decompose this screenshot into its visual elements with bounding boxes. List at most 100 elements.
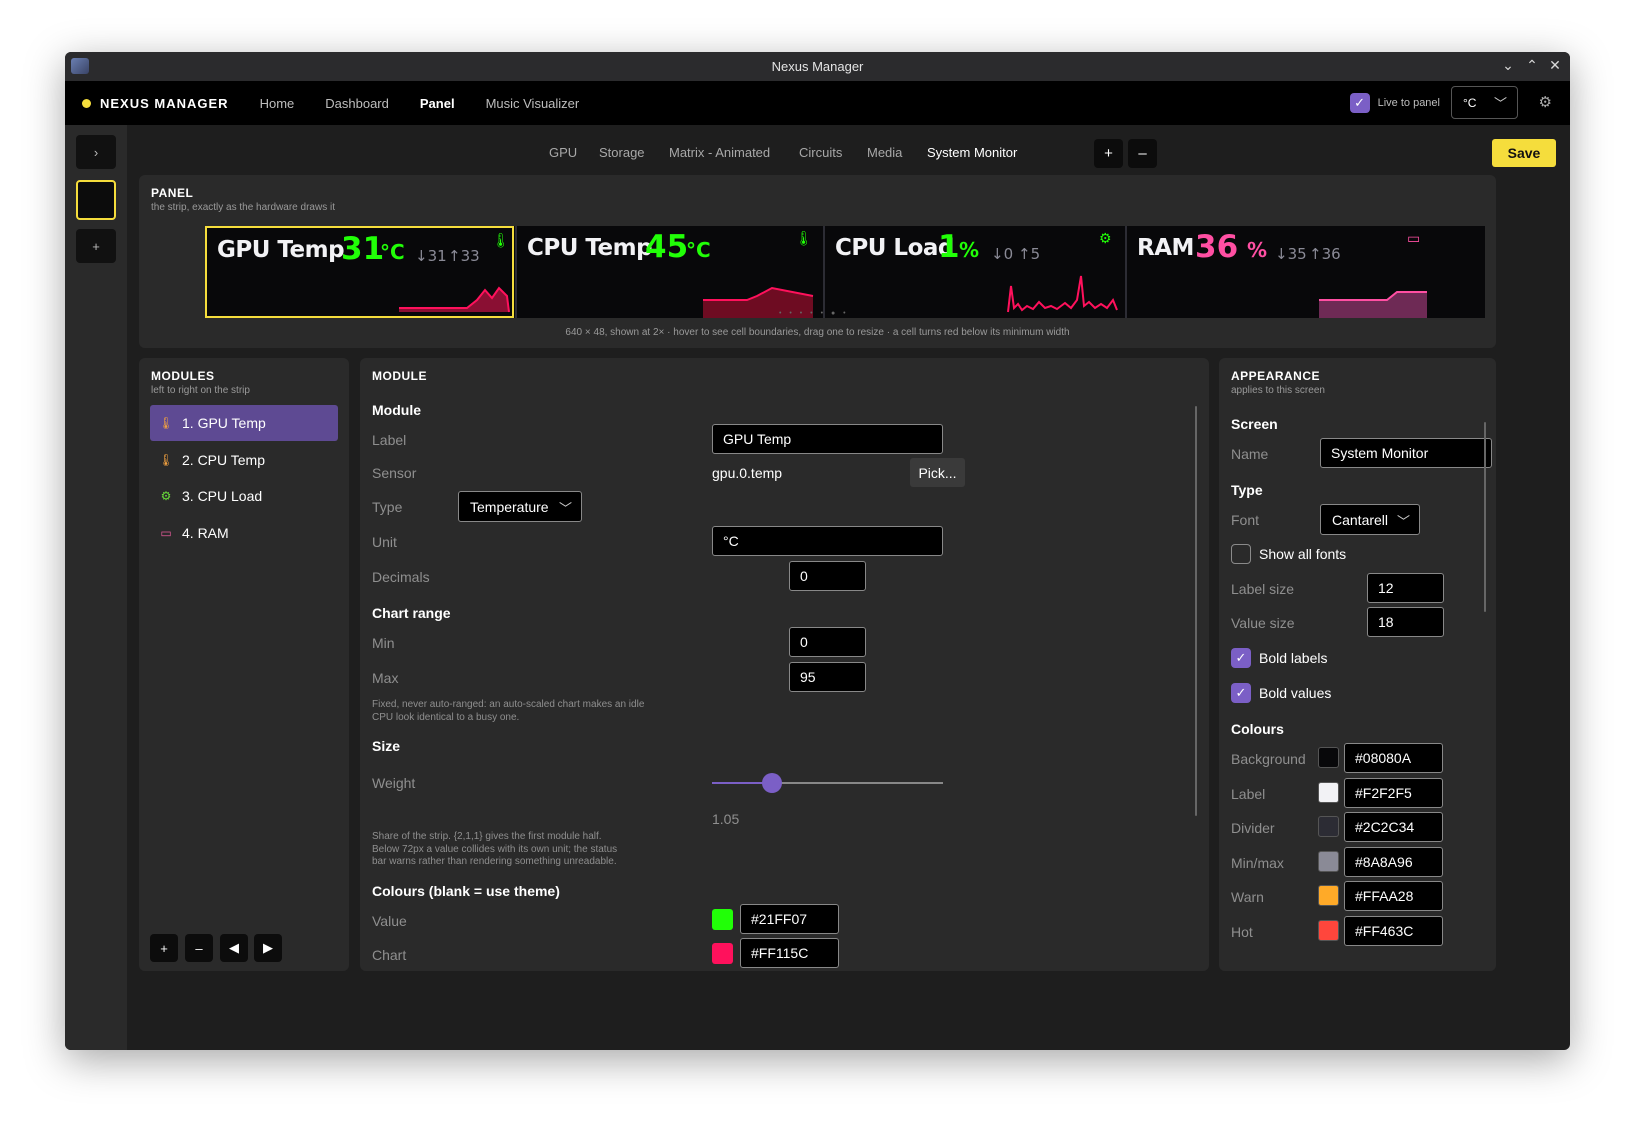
unit-field-label: Unit (372, 534, 397, 550)
screen-thumbnail[interactable] (76, 180, 116, 220)
weight-value: 1.05 (712, 811, 740, 827)
module-card: MODULE Module Label GPU Temp Sensor gpu.… (360, 358, 1209, 971)
appearance-subtitle: applies to this screen (1231, 385, 1325, 396)
expand-sidebar-button[interactable]: › (76, 135, 116, 169)
colour-input-background[interactable]: #08080A (1344, 743, 1443, 773)
chart-colour-swatch[interactable] (712, 943, 733, 964)
gear-icon[interactable]: ⚙ (1539, 93, 1552, 111)
colour-swatch-warn[interactable] (1318, 885, 1339, 906)
colour-swatch-divider[interactable] (1318, 816, 1339, 837)
bold-values-checkbox[interactable]: ✓ Bold values (1231, 683, 1331, 703)
live-to-panel-toggle[interactable]: ✓ Live to panel (1349, 93, 1440, 113)
value-size-input[interactable]: 18 (1367, 607, 1444, 637)
colour-swatch-label[interactable] (1318, 781, 1339, 803)
colour-swatch-minmax[interactable] (1318, 850, 1339, 872)
chevron-down-icon: ﹀ (1493, 96, 1507, 111)
checkbox-icon[interactable] (1231, 544, 1251, 564)
appearance-scrollbar[interactable] (1484, 422, 1486, 612)
colour-label-warn: Warn (1231, 889, 1264, 905)
add-tab-button[interactable]: + (1094, 139, 1123, 168)
checkmark-icon[interactable]: ✓ (1231, 683, 1251, 703)
app-window: Nexus Manager ⌄ ⌃ ✕ NEXUS MANAGER Home D… (65, 52, 1570, 1050)
colour-label-minmax: Min/max (1231, 854, 1284, 871)
live-to-panel-label: Live to panel (1377, 97, 1440, 109)
min-field-label: Min (372, 635, 395, 651)
maximize-icon[interactable]: ⌃ (1523, 57, 1541, 74)
checkmark-icon[interactable]: ✓ (1349, 93, 1370, 113)
section-chart-range: Chart range (372, 605, 451, 621)
chip-icon: ⚙ (160, 489, 172, 503)
unit-input[interactable]: °C (712, 526, 943, 556)
thermometer-icon: 🌡 (158, 416, 174, 430)
remove-module-button[interactable]: – (185, 934, 213, 962)
tab-storage[interactable]: Storage (599, 145, 645, 160)
colour-input-minmax[interactable]: #8A8A96 (1344, 846, 1443, 877)
tab-matrix-animated[interactable]: Matrix - Animated (669, 145, 770, 160)
tab-gpu[interactable]: GPU (549, 145, 577, 160)
module-item-label: 3. CPU Load (182, 488, 263, 504)
panel-cell-cpu-temp[interactable]: CPU Temp 45 °C 🌡 (517, 226, 822, 318)
show-all-fonts-checkbox[interactable]: Show all fonts (1231, 544, 1346, 564)
module-item-cpu-temp[interactable]: 🌡 2. CPU Temp (150, 442, 338, 478)
panel-cell-gpu-temp[interactable]: GPU Temp 31 °C ↓31 ↑33 🌡 (205, 226, 514, 318)
colour-label-background: Background (1231, 751, 1306, 767)
plus-icon: + (92, 238, 100, 254)
decimals-input[interactable]: 0 (789, 561, 866, 591)
colour-input-label[interactable]: #F2F2F5 (1344, 777, 1443, 808)
bold-labels-checkbox[interactable]: ✓ Bold labels (1231, 648, 1328, 668)
slider-handle[interactable] (762, 773, 783, 793)
tab-circuits[interactable]: Circuits (799, 145, 842, 160)
nav-music-visualizer[interactable]: Music Visualizer (486, 96, 580, 111)
remove-tab-button[interactable]: – (1128, 139, 1157, 168)
module-item-ram[interactable]: ▭ 4. RAM (150, 515, 338, 551)
sensor-value: gpu.0.temp (712, 465, 783, 481)
type-dropdown[interactable]: Temperature ﹀ (458, 491, 582, 522)
add-module-button[interactable]: + (150, 934, 178, 962)
section-colours: Colours (1231, 721, 1284, 737)
max-field-label: Max (372, 670, 399, 686)
label-size-input[interactable]: 12 (1367, 573, 1444, 603)
colour-input-hot[interactable]: #FF463C (1344, 915, 1443, 946)
panel-cell-ram[interactable]: RAM 36 % ↓35 ↑36 ▭ (1127, 226, 1485, 318)
colour-label-label: Label (1231, 785, 1266, 802)
module-scrollbar[interactable] (1195, 406, 1197, 816)
panel-strip-preview[interactable]: GPU Temp 31 °C ↓31 ↑33 🌡 CPU Temp 45 °C … (205, 226, 1485, 318)
value-colour-swatch[interactable] (712, 909, 733, 930)
colour-swatch-background[interactable] (1318, 747, 1339, 768)
cell-sparkline (1319, 291, 1427, 318)
max-input[interactable]: 95 (789, 662, 866, 692)
unit-dropdown[interactable]: °C ﹀ (1451, 86, 1518, 119)
section-size: Size (372, 738, 401, 754)
close-icon[interactable]: ✕ (1546, 57, 1564, 74)
pick-sensor-button[interactable]: Pick... (910, 458, 965, 487)
module-item-cpu-load[interactable]: ⚙ 3. CPU Load (150, 478, 338, 514)
move-right-button[interactable]: ▶ (254, 934, 282, 962)
min-input[interactable]: 0 (789, 627, 866, 657)
cell-sparkline (1007, 275, 1118, 313)
nav-dashboard[interactable]: Dashboard (325, 96, 389, 111)
label-input[interactable]: GPU Temp (712, 424, 943, 454)
value-colour-input[interactable]: #21FF07 (740, 904, 839, 934)
move-left-button[interactable]: ◀ (220, 934, 248, 962)
nav-panel[interactable]: Panel (420, 96, 455, 111)
modules-card: MODULES left to right on the strip 🌡 1. … (139, 358, 349, 971)
colour-input-divider[interactable]: #2C2C34 (1344, 812, 1443, 842)
colour-swatch-hot[interactable] (1318, 919, 1339, 941)
cell-sparkline (399, 286, 510, 313)
screen-name-input[interactable]: System Monitor (1320, 438, 1492, 468)
font-dropdown[interactable]: Cantarell ﹀ (1320, 504, 1420, 535)
add-screen-button[interactable]: + (76, 229, 116, 263)
save-button[interactable]: Save (1492, 139, 1556, 167)
checkmark-icon[interactable]: ✓ (1231, 648, 1251, 668)
minimize-icon[interactable]: ⌄ (1499, 57, 1517, 74)
panel-cell-cpu-load[interactable]: CPU Load 1 % ↓0 ↑5 ⚙ (825, 226, 1125, 318)
show-all-fonts-label: Show all fonts (1259, 546, 1347, 562)
size-help: Share of the strip. {2,1,1} gives the fi… (372, 831, 617, 869)
module-item-label: 2. CPU Temp (182, 452, 265, 468)
tab-media[interactable]: Media (867, 145, 902, 160)
chart-colour-input[interactable]: #FF115C (740, 938, 839, 968)
module-item-gpu-temp[interactable]: 🌡 1. GPU Temp (150, 405, 338, 441)
nav-home[interactable]: Home (260, 96, 295, 111)
colour-input-warn[interactable]: #FFAA28 (1344, 881, 1443, 911)
tab-system-monitor[interactable]: System Monitor (927, 145, 1017, 160)
